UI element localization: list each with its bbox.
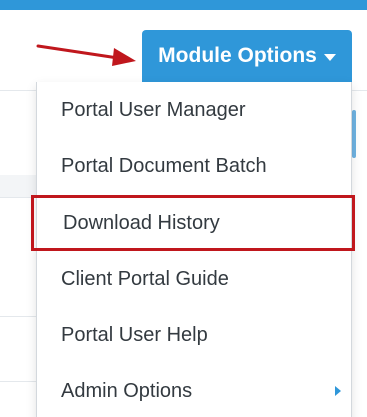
menu-item-label: Client Portal Guide bbox=[61, 267, 229, 290]
menu-item-label: Portal User Help bbox=[61, 323, 208, 346]
menu-item-label: Portal Document Batch bbox=[61, 154, 267, 177]
menu-item-portal-user-manager[interactable]: Portal User Manager bbox=[37, 82, 351, 138]
background-button-edge bbox=[352, 110, 356, 158]
module-options-button[interactable]: Module Options bbox=[142, 30, 352, 82]
red-arrow-icon bbox=[36, 44, 136, 66]
menu-item-portal-user-help[interactable]: Portal User Help bbox=[37, 307, 351, 363]
module-options-label: Module Options bbox=[158, 44, 317, 67]
caret-right-icon bbox=[335, 386, 341, 396]
background-divider bbox=[0, 316, 40, 317]
menu-item-download-history[interactable]: Download History bbox=[31, 195, 355, 251]
page: Module Options Portal User Manager Porta… bbox=[0, 0, 367, 417]
menu-item-client-portal-guide[interactable]: Client Portal Guide bbox=[37, 251, 351, 307]
menu-item-label: Admin Options bbox=[61, 379, 193, 402]
background-divider bbox=[0, 381, 40, 382]
caret-down-icon bbox=[323, 53, 336, 61]
menu-item-label: Portal User Manager bbox=[61, 98, 246, 121]
menu-item-label: Download History bbox=[63, 211, 220, 234]
menu-item-admin-options[interactable]: Admin Options bbox=[37, 363, 351, 417]
background-band bbox=[0, 175, 40, 197]
top-accent-bar bbox=[0, 0, 367, 10]
menu-item-portal-document-batch[interactable]: Portal Document Batch bbox=[37, 138, 351, 194]
module-options-menu: Portal User Manager Portal Document Batc… bbox=[31, 82, 355, 417]
